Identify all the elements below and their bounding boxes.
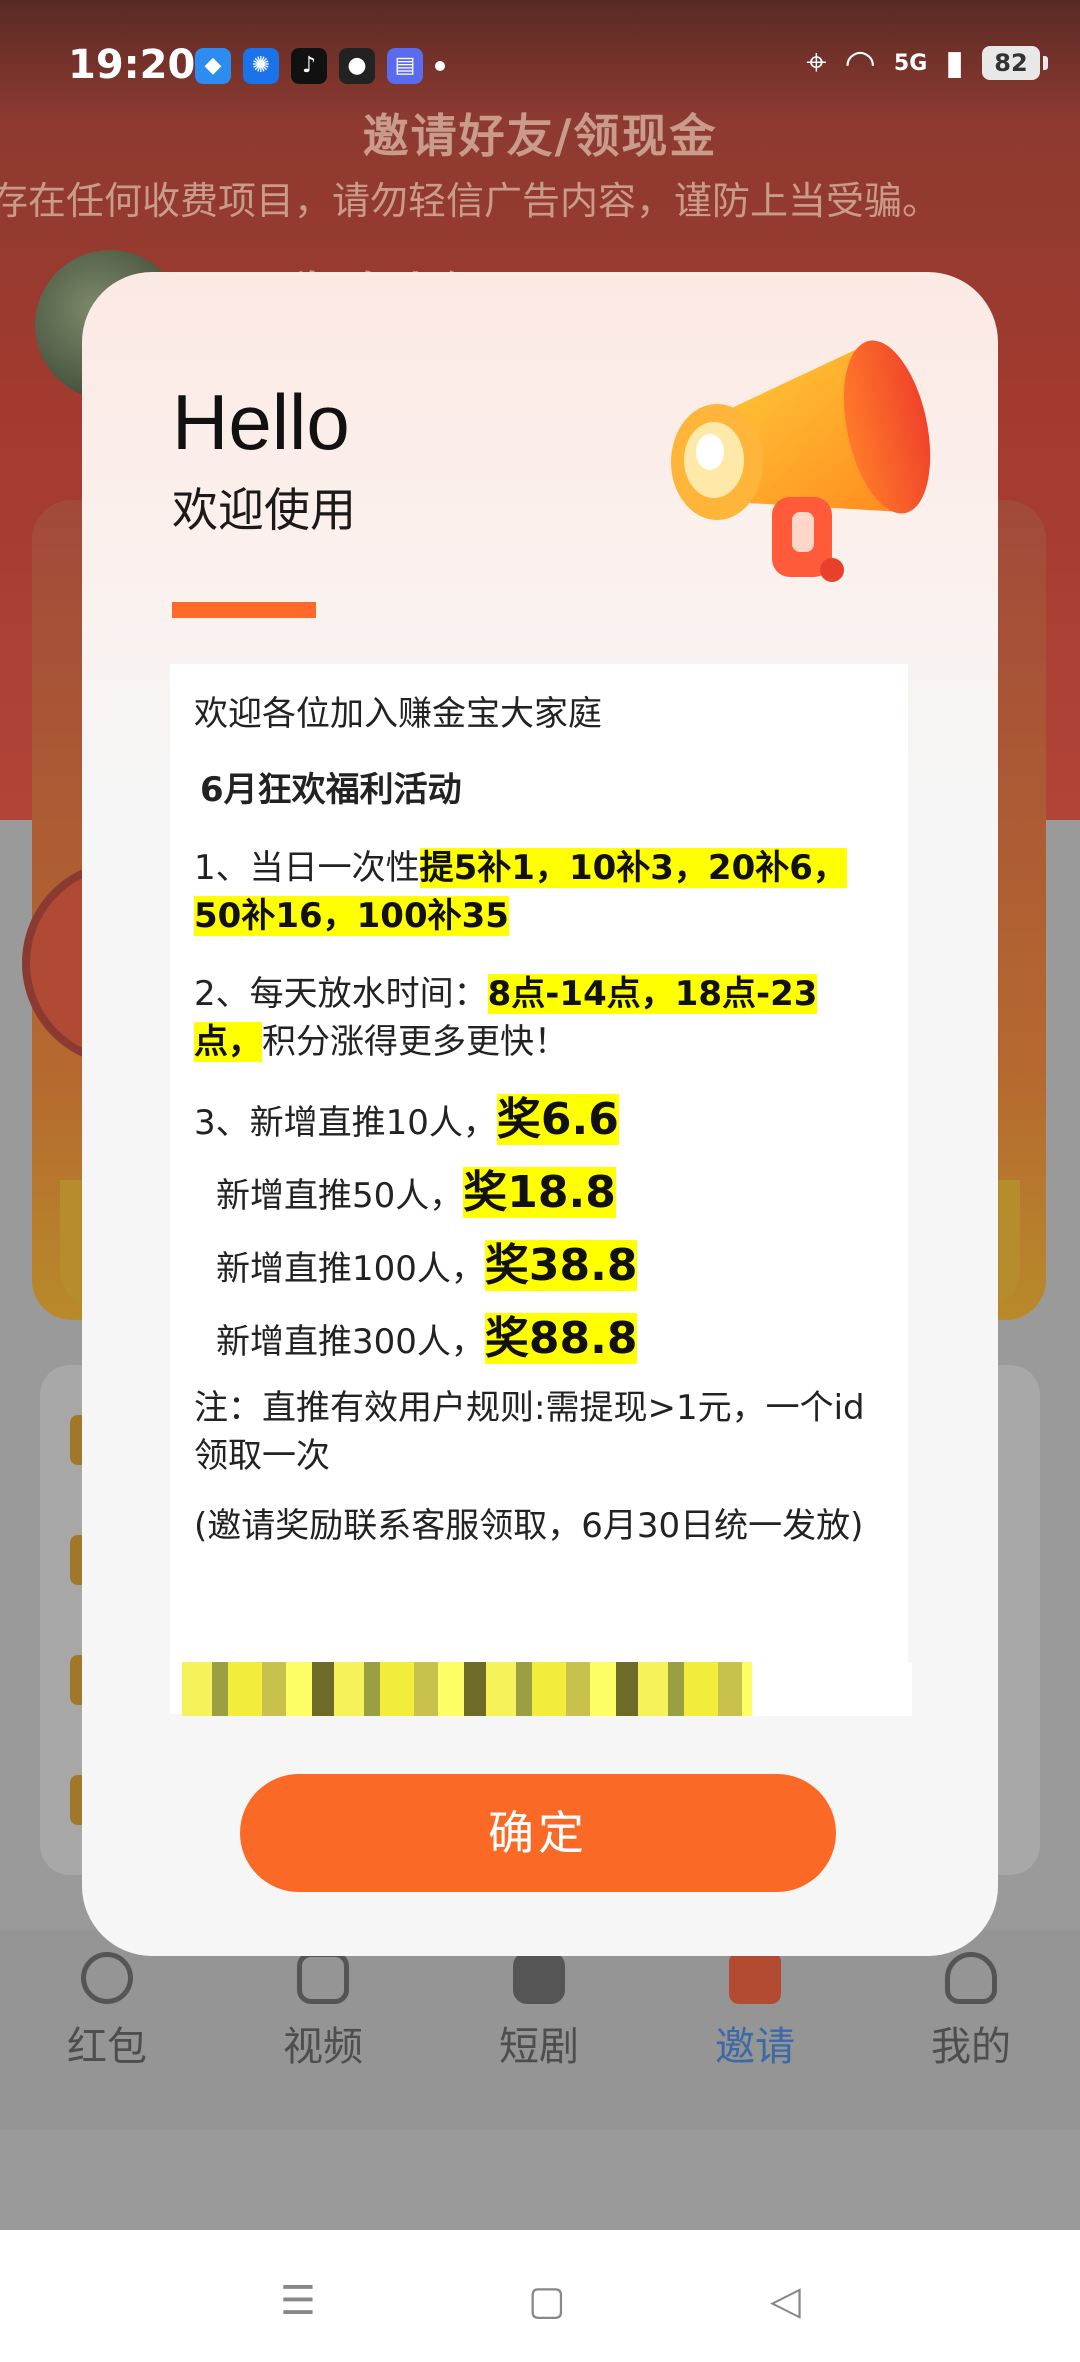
battery-indicator: 82 — [982, 46, 1048, 80]
tab-label: 邀请 — [715, 2024, 795, 2070]
tab-profile[interactable]: 我的 — [891, 1952, 1051, 2072]
heading-accent-bar — [172, 602, 316, 618]
network-type: 5G — [893, 50, 928, 76]
status-bar: 19:20 ◆ ✺ ♪ ● ▤ ⌖ ◠ 5G ▮ 82 — [0, 0, 1080, 130]
message-icon: ▤ — [387, 48, 423, 84]
event-title: 6月狂欢福利活动 — [200, 770, 462, 810]
tv-icon — [513, 1952, 565, 2004]
welcome-dialog: Hello 欢迎使用 欢迎各位加入赚金宝大家庭 6月狂欢福利活动 1、当日一次性… — [82, 272, 998, 1956]
tab-red-packet[interactable]: 红包 — [27, 1952, 187, 2072]
tab-label: 红包 — [67, 2024, 147, 2070]
tab-short-drama[interactable]: 短剧 — [459, 1952, 619, 2072]
dialog-subheading: 欢迎使用 — [172, 483, 356, 537]
rule-2-prefix: 2、每天放水时间： — [194, 974, 488, 1014]
megaphone-icon — [671, 340, 931, 582]
status-indicators: ⌖ ◠ 5G ▮ 82 — [806, 42, 1048, 84]
tiktok-icon: ♪ — [291, 48, 327, 84]
qq-icon: ● — [339, 48, 375, 84]
reward-row: 新增直推300人，奖88.8 — [194, 1313, 884, 1366]
gift-icon — [729, 1952, 781, 2004]
rule-2: 2、每天放水时间：8点-14点，18点-23点，积分涨得更多更快！ — [194, 970, 884, 1066]
menu-icon[interactable]: ☰ — [280, 2278, 316, 2324]
reward-row: 新增直推100人，奖38.8 — [194, 1240, 884, 1293]
confirm-button[interactable]: 确定 — [240, 1774, 836, 1892]
notification-icons: ◆ ✺ ♪ ● ▤ — [195, 48, 445, 84]
pinwheel-icon: ✺ — [243, 48, 279, 84]
reward-amount: 奖6.6 — [496, 1094, 619, 1145]
rule-1-prefix: 1、当日一次性 — [194, 848, 420, 888]
dialog-heading: Hello — [172, 378, 350, 466]
system-nav-bar: ☰ ▢ ◁ — [0, 2230, 1080, 2362]
home-icon[interactable]: ▢ — [528, 2278, 566, 2324]
note-text: 注：直推有效用户规则:需提现>1元，一个id领取一次 — [194, 1388, 865, 1476]
clock: 19:20 — [68, 42, 196, 88]
reward-row-text: 3、新增直推10人， — [194, 1103, 497, 1143]
tab-label: 短剧 — [499, 2024, 579, 2070]
reward-row: 3、新增直推10人，奖6.6 — [194, 1094, 884, 1147]
redaction-cover — [752, 1662, 912, 1716]
reward-row-text: 新增直推300人， — [216, 1322, 485, 1362]
tab-invite[interactable]: 邀请 — [675, 1952, 835, 2072]
more-notifications-icon — [435, 61, 445, 71]
red-packet-icon — [81, 1952, 133, 2004]
reward-row: 新增直推50人，奖18.8 — [194, 1167, 884, 1220]
tab-video[interactable]: 视频 — [243, 1952, 403, 2072]
tab-label: 我的 — [931, 2024, 1011, 2070]
rule-1: 1、当日一次性提5补1，10补3，20补6，50补16，100补35 — [194, 844, 884, 940]
browser-icon: ◆ — [195, 48, 231, 84]
pixelated-redaction — [182, 1662, 752, 1716]
signal-icon: ▮ — [945, 43, 964, 83]
announcement-body: 欢迎各位加入赚金宝大家庭 6月狂欢福利活动 1、当日一次性提5补1，10补3，2… — [170, 664, 908, 1714]
rule-2-suffix: 积分涨得更多更快！ — [262, 1022, 568, 1062]
location-icon: ⌖ — [806, 42, 827, 83]
wifi-icon: ◠ — [844, 42, 876, 84]
bottom-tab-bar: 红包 视频 短剧 邀请 我的 — [0, 1930, 1080, 2130]
notice-text: 存在任何收费项目，请勿轻信广告内容，谨防上当受骗。 — [0, 179, 941, 223]
reward-amount: 奖38.8 — [484, 1240, 638, 1291]
profile-icon — [945, 1952, 997, 2004]
contact-text: (邀请奖励联系客服领取，6月30日统一发放) — [194, 1506, 864, 1546]
reward-row-text: 新增直推50人， — [216, 1176, 464, 1216]
reward-row-text: 新增直推100人， — [216, 1249, 485, 1289]
back-icon[interactable]: ◁ — [770, 2278, 801, 2324]
tab-label: 视频 — [283, 2024, 363, 2070]
reward-amount: 奖18.8 — [463, 1167, 616, 1218]
intro-text: 欢迎各位加入赚金宝大家庭 — [194, 694, 602, 734]
video-icon — [297, 1952, 349, 2004]
reward-amount: 奖88.8 — [484, 1313, 638, 1364]
